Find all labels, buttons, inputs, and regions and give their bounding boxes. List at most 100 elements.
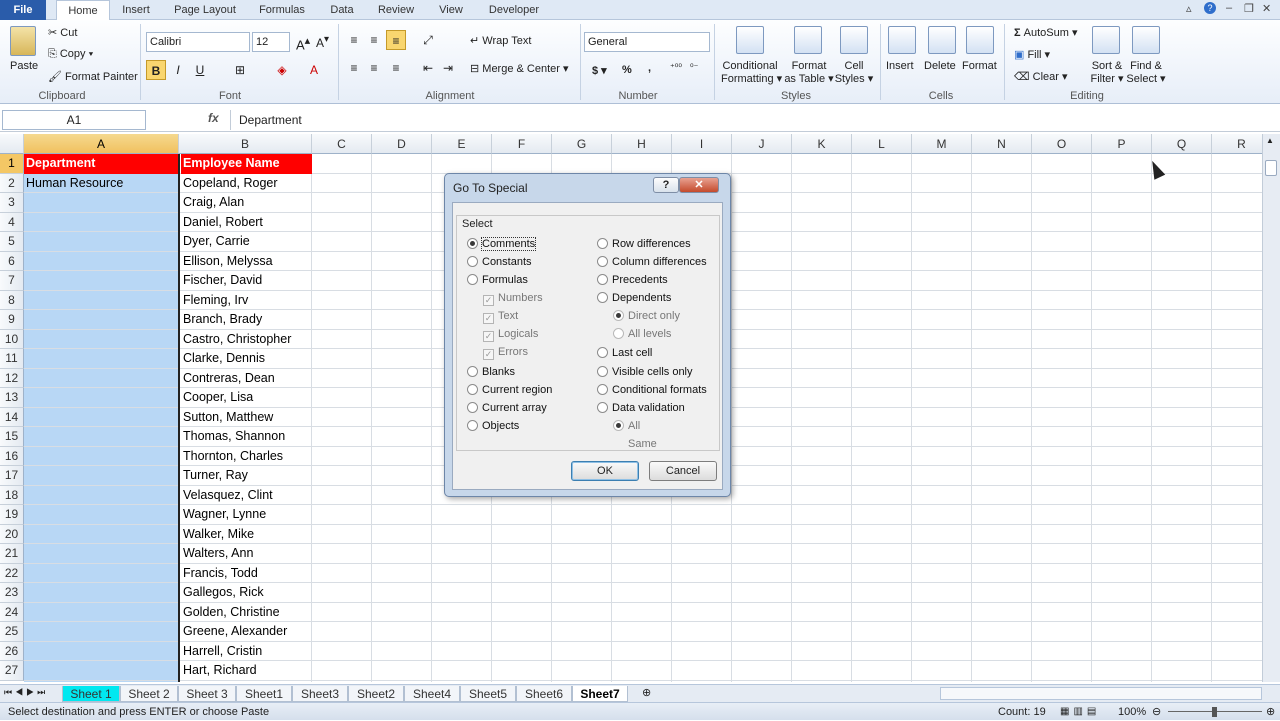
- name-box[interactable]: A1: [2, 110, 146, 130]
- column-header-m[interactable]: M: [912, 134, 972, 154]
- column-header-o[interactable]: O: [1032, 134, 1092, 154]
- column-header-f[interactable]: F: [492, 134, 552, 154]
- paste-button[interactable]: Paste: [10, 60, 38, 72]
- row-header-13[interactable]: 13: [0, 388, 24, 408]
- currency-button[interactable]: $ ▾: [592, 64, 607, 77]
- sheet-tab-sheet2[interactable]: Sheet2: [348, 686, 404, 702]
- align-right-icon[interactable]: ≡: [386, 58, 406, 78]
- cell-employee-name[interactable]: Walters, Ann: [181, 544, 312, 564]
- select-all-corner[interactable]: [0, 134, 24, 154]
- row-header-17[interactable]: 17: [0, 466, 24, 486]
- row-header-27[interactable]: 27: [0, 661, 24, 681]
- tab-data[interactable]: Data: [326, 0, 358, 20]
- column-header-e[interactable]: E: [432, 134, 492, 154]
- cell-employee-name[interactable]: Cooper, Lisa: [181, 388, 312, 408]
- row-header-24[interactable]: 24: [0, 602, 24, 622]
- option-conditional-formats[interactable]: Conditional formats: [597, 384, 707, 396]
- window-minimize-icon[interactable]: –: [1226, 2, 1232, 14]
- font-color-icon[interactable]: A: [304, 60, 324, 80]
- cell-employee-name[interactable]: Contreras, Dean: [181, 369, 312, 389]
- insert-cells-icon[interactable]: [888, 26, 916, 54]
- column-header-r[interactable]: R: [1212, 134, 1268, 154]
- row-header-19[interactable]: 19: [0, 505, 24, 525]
- option-constants[interactable]: Constants: [467, 256, 532, 268]
- zoom-out-icon[interactable]: ⊖: [1152, 703, 1161, 721]
- cell-employee-name[interactable]: Greene, Alexander: [181, 622, 312, 642]
- column-header-k[interactable]: K: [792, 134, 852, 154]
- tab-developer[interactable]: Developer: [484, 0, 544, 20]
- row-header-9[interactable]: 9: [0, 310, 24, 330]
- option-column-differences[interactable]: Column differences: [597, 256, 707, 268]
- align-middle-icon[interactable]: ≡: [364, 30, 384, 50]
- align-top-icon[interactable]: ≡: [344, 30, 364, 50]
- row-header-2[interactable]: 2: [0, 173, 24, 193]
- insert-sheet-icon[interactable]: ⊕: [642, 686, 651, 699]
- sheet-tab-sheet6[interactable]: Sheet6: [516, 686, 572, 702]
- column-header-l[interactable]: L: [852, 134, 912, 154]
- align-bottom-icon[interactable]: ≡: [386, 30, 406, 50]
- option-dv-all[interactable]: All: [613, 420, 640, 432]
- format-painter-button[interactable]: 🖌 Format Painter: [48, 70, 138, 83]
- cell-employee-name[interactable]: Thornton, Charles: [181, 447, 312, 467]
- percent-button[interactable]: %: [622, 64, 632, 76]
- column-header-d[interactable]: D: [372, 134, 432, 154]
- conditional-formatting-icon[interactable]: [736, 26, 764, 54]
- option-visible-cells-only[interactable]: Visible cells only: [597, 366, 693, 378]
- header-cell-employee-name[interactable]: Employee Name: [181, 154, 312, 174]
- bold-button[interactable]: B: [146, 60, 166, 80]
- cell-employee-name[interactable]: Turner, Ray: [181, 466, 312, 486]
- tab-home[interactable]: Home: [56, 0, 110, 21]
- decrease-decimal-icon[interactable]: ⁰⁻: [690, 62, 698, 73]
- row-header-20[interactable]: 20: [0, 524, 24, 544]
- cell-employee-name[interactable]: Copeland, Roger: [181, 174, 312, 194]
- row-header-25[interactable]: 25: [0, 622, 24, 642]
- check-errors[interactable]: ✓ Errors: [483, 346, 528, 360]
- cell-employee-name[interactable]: Fischer, David: [181, 271, 312, 291]
- cell-employee-name[interactable]: Walker, Mike: [181, 525, 312, 545]
- row-header-16[interactable]: 16: [0, 446, 24, 466]
- increase-indent-icon[interactable]: ⇥: [438, 58, 458, 78]
- sheet-tab-sheet5[interactable]: Sheet5: [460, 686, 516, 702]
- check-logicals[interactable]: ✓ Logicals: [483, 328, 538, 342]
- wrap-text-button[interactable]: ↵ Wrap Text: [470, 34, 531, 47]
- row-header-21[interactable]: 21: [0, 544, 24, 564]
- dialog-close-button[interactable]: ✕: [679, 177, 719, 193]
- cell-employee-name[interactable]: Thomas, Shannon: [181, 427, 312, 447]
- row-header-5[interactable]: 5: [0, 232, 24, 252]
- cell-employee-name[interactable]: Clarke, Dennis: [181, 349, 312, 369]
- cell-employee-name[interactable]: Wagner, Lynne: [181, 505, 312, 525]
- format-button[interactable]: Format: [962, 60, 997, 72]
- option-precedents[interactable]: Precedents: [597, 274, 668, 286]
- cut-button[interactable]: ✂ Cut: [48, 26, 77, 39]
- horizontal-scrollbar[interactable]: [940, 687, 1262, 700]
- orientation-icon[interactable]: ⤢: [418, 30, 438, 50]
- fill-color-icon[interactable]: ◈: [272, 60, 292, 80]
- ok-button[interactable]: OK: [571, 461, 639, 481]
- option-blanks[interactable]: Blanks: [467, 366, 515, 378]
- row-header-15[interactable]: 15: [0, 427, 24, 447]
- format-as-table-button[interactable]: Format as Table ▾: [784, 60, 834, 85]
- delete-cells-icon[interactable]: [928, 26, 956, 54]
- row-header-6[interactable]: 6: [0, 251, 24, 271]
- align-left-icon[interactable]: ≡: [344, 58, 364, 78]
- comma-button[interactable]: ,: [648, 62, 651, 74]
- cell-employee-name[interactable]: Gallegos, Rick: [181, 583, 312, 603]
- delete-button[interactable]: Delete: [924, 60, 956, 72]
- tab-view[interactable]: View: [436, 0, 466, 20]
- row-header-10[interactable]: 10: [0, 329, 24, 349]
- format-cells-icon[interactable]: [966, 26, 994, 54]
- option-data-validation[interactable]: Data validation: [597, 402, 685, 414]
- sort-filter-icon[interactable]: [1092, 26, 1120, 54]
- row-header-3[interactable]: 3: [0, 193, 24, 213]
- cell-styles-button[interactable]: Cell Styles ▾: [834, 60, 874, 85]
- column-header-n[interactable]: N: [972, 134, 1032, 154]
- sheet-tab-sheet-1[interactable]: Sheet 1: [62, 686, 120, 702]
- check-text[interactable]: ✓ Text: [483, 310, 518, 324]
- help-icon[interactable]: ?: [1204, 2, 1216, 14]
- sheet-tab-sheet4[interactable]: Sheet4: [404, 686, 460, 702]
- option-current-array[interactable]: Current array: [467, 402, 547, 414]
- conditional-formatting-button[interactable]: Conditional Formatting ▾: [721, 60, 782, 85]
- option-dv-same[interactable]: Same: [613, 438, 657, 450]
- cell-employee-name[interactable]: Castro, Christopher: [181, 330, 312, 350]
- row-header-11[interactable]: 11: [0, 349, 24, 369]
